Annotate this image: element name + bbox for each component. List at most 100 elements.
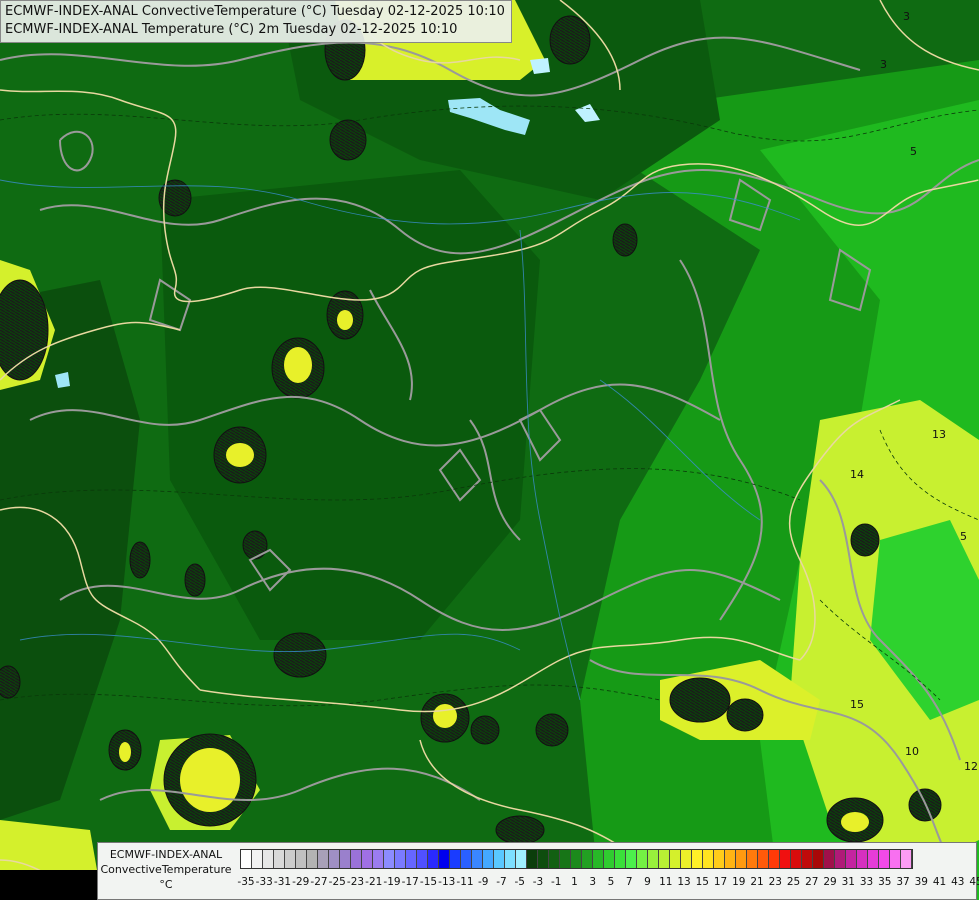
legend-swatch	[274, 850, 285, 868]
legend-swatch	[483, 850, 494, 868]
legend-model: ECMWF-INDEX-ANAL	[109, 848, 223, 861]
legend-swatch	[373, 850, 384, 868]
legend-swatch	[406, 850, 417, 868]
legend-tick-label: -3	[532, 876, 544, 888]
legend-swatch	[593, 850, 604, 868]
legend-swatch	[549, 850, 560, 868]
weather-map: 3 5 13 14 15 10 5 12 3	[0, 0, 979, 900]
legend-swatch	[472, 850, 483, 868]
contour-label: 12	[964, 760, 978, 773]
legend-swatch	[340, 850, 351, 868]
legend-tick-label: 33	[859, 876, 874, 888]
contour-label: 13	[932, 428, 946, 441]
legend-swatch	[802, 850, 813, 868]
legend-swatch	[395, 850, 406, 868]
legend-swatch	[824, 850, 835, 868]
legend-swatch	[307, 850, 318, 868]
legend-tick-label: 27	[805, 876, 819, 888]
legend-tick-label: -11	[456, 876, 474, 888]
legend-swatch	[615, 850, 626, 868]
legend-tick-label: 9	[644, 876, 651, 888]
legend-swatch	[835, 850, 846, 868]
legend-title: ECMWF-INDEX-ANAL ConvectiveTemperature °…	[98, 847, 234, 892]
legend-swatch	[571, 850, 582, 868]
contour-label: 3	[903, 10, 910, 23]
contour-label: 10	[905, 745, 919, 758]
legend-swatch	[813, 850, 824, 868]
legend-tick-label: 17	[713, 876, 728, 888]
legend-swatch	[582, 850, 593, 868]
legend-swatch	[725, 850, 736, 868]
legend-swatch	[329, 850, 340, 868]
legend-tick-label: -19	[383, 876, 401, 888]
legend-tick-label: 45	[969, 876, 979, 888]
color-legend: ECMWF-INDEX-ANAL ConvectiveTemperature °…	[97, 842, 979, 900]
legend-tick-label: 21	[750, 876, 764, 888]
legend-tick-label: -31	[273, 876, 292, 888]
contour-label: 14	[850, 468, 864, 481]
legend-swatch	[263, 850, 274, 868]
legend-swatch	[527, 850, 538, 868]
legend-swatch	[505, 850, 516, 868]
legend-swatch	[516, 850, 527, 868]
legend-tick-label: -27	[310, 876, 328, 888]
legend-tick-label: 35	[878, 876, 892, 888]
legend-swatch	[296, 850, 307, 868]
legend-tick-label: 31	[841, 876, 855, 888]
legend-param: ConvectiveTemperature	[100, 863, 232, 876]
legend-swatch	[769, 850, 780, 868]
legend-tick-label: -5	[514, 876, 525, 888]
legend-swatch	[670, 850, 681, 868]
legend-swatch	[285, 850, 296, 868]
legend-swatch	[747, 850, 758, 868]
legend-swatch	[538, 850, 549, 868]
legend-swatch	[857, 850, 868, 868]
legend-swatch	[604, 850, 615, 868]
legend-tick-label: 43	[951, 876, 965, 888]
legend-tick-label: 25	[786, 876, 801, 888]
legend-ticks: -35 -33 -31 -29 -27 -25 -23 -21 -19 -17 -15 -13 -11-…	[237, 876, 979, 890]
legend-unit: °C	[159, 878, 173, 891]
legend-swatch	[461, 850, 472, 868]
legend-tick-label: 5	[607, 876, 615, 888]
map-title: ECMWF-INDEX-ANAL ConvectiveTemperature (…	[0, 0, 512, 43]
legend-tick-label: -35	[237, 876, 255, 888]
legend-swatch	[637, 850, 648, 868]
contour-label: 3	[880, 58, 887, 71]
legend-swatch	[318, 850, 329, 868]
contour-label: 5	[910, 145, 917, 158]
legend-tick-label: 41	[932, 876, 947, 888]
legend-tick-label: -7	[496, 876, 507, 888]
legend-tick-label: -17	[401, 876, 419, 888]
legend-swatch	[560, 850, 571, 868]
legend-swatch	[384, 850, 395, 868]
legend-tick-label: 29	[823, 876, 837, 888]
legend-tick-label: -33	[255, 876, 273, 888]
legend-tick-label: 15	[695, 876, 709, 888]
legend-tick-label: -1	[551, 876, 562, 888]
legend-swatch	[736, 850, 747, 868]
title-line-temperature: ECMWF-INDEX-ANAL Temperature (°C) 2m Tue…	[5, 22, 458, 37]
legend-swatch	[868, 850, 879, 868]
legend-swatch	[846, 850, 857, 868]
legend-swatch	[703, 850, 714, 868]
legend-swatch	[780, 850, 791, 868]
contour-label: 5	[960, 530, 967, 543]
title-line-convective: ECMWF-INDEX-ANAL ConvectiveTemperature (…	[5, 4, 505, 19]
legend-swatch	[252, 850, 263, 868]
legend-swatch	[417, 850, 428, 868]
legend-swatch	[791, 850, 802, 868]
legend-swatch	[659, 850, 670, 868]
legend-tick-label: -15	[419, 876, 438, 888]
legend-swatch	[362, 850, 373, 868]
legend-tick-label: -29	[292, 876, 310, 888]
legend-swatch	[626, 850, 637, 868]
legend-swatch	[428, 850, 439, 868]
legend-tick-label: 23	[768, 876, 782, 888]
legend-tick-label: -21	[365, 876, 383, 888]
legend-swatch	[241, 850, 252, 868]
legend-swatch	[351, 850, 362, 868]
legend-swatch	[901, 850, 912, 868]
legend-swatch	[714, 850, 725, 868]
legend-tick-label: -25	[328, 876, 346, 888]
